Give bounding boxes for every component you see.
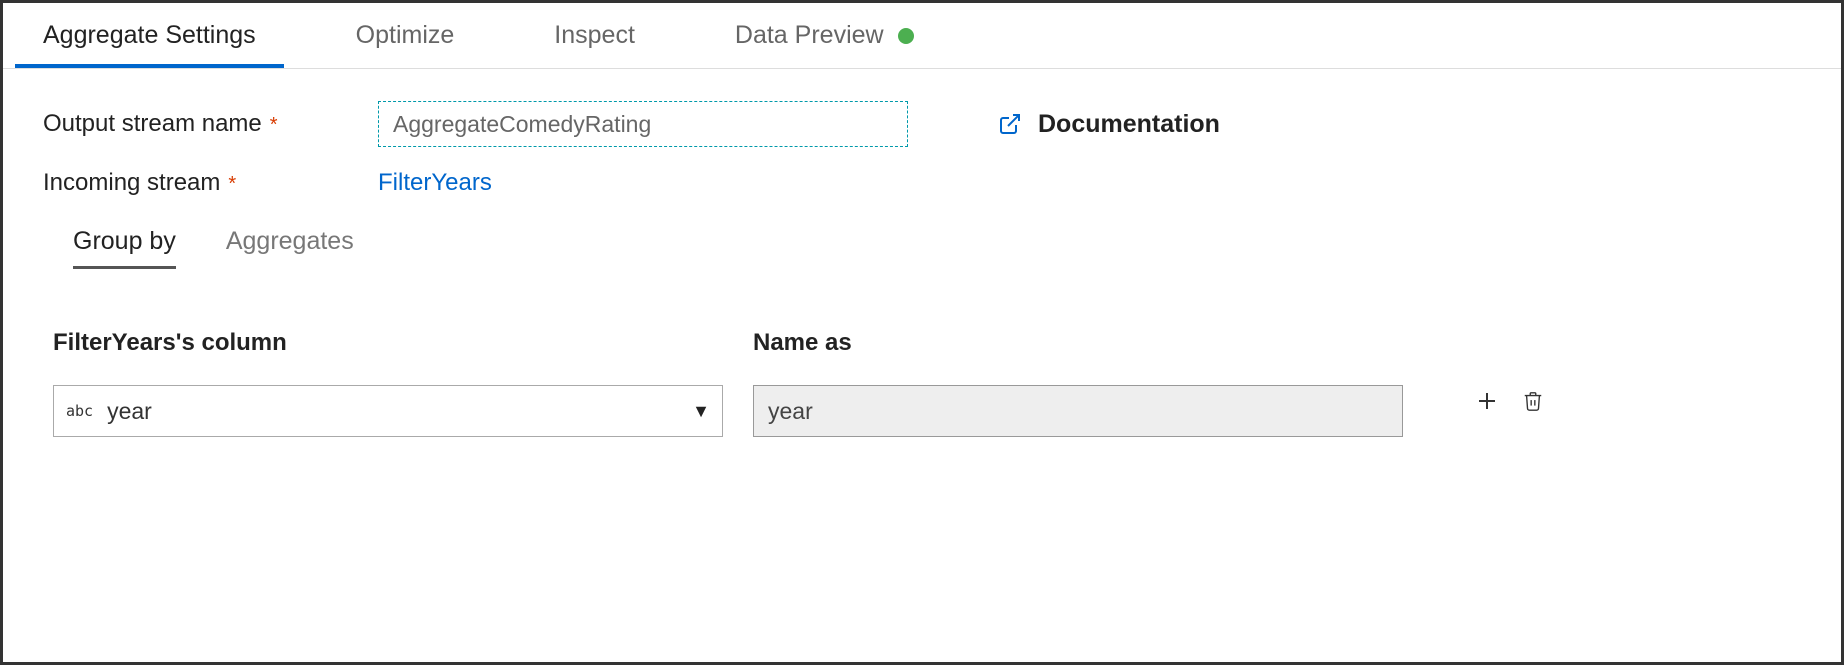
label-text: Output stream name [43, 110, 262, 138]
tab-inspect[interactable]: Inspect [526, 3, 663, 68]
required-asterisk-icon: * [228, 173, 236, 196]
column-selector-section: FilterYears's column abc year ▼ [53, 329, 753, 437]
plus-icon [1475, 389, 1499, 413]
sub-tabs: Group by Aggregates [73, 227, 1801, 269]
columns-area: FilterYears's column abc year ▼ Name as [53, 329, 1801, 437]
incoming-stream-value[interactable]: FilterYears [378, 169, 492, 197]
chevron-down-icon: ▼ [692, 401, 710, 422]
column-selector-header: FilterYears's column [53, 329, 753, 357]
subtab-label: Group by [73, 227, 176, 255]
tab-label: Aggregate Settings [43, 21, 256, 50]
name-as-input[interactable] [753, 385, 1403, 437]
status-dot-icon [898, 28, 914, 44]
tab-label: Optimize [356, 21, 455, 50]
add-row-button[interactable] [1473, 387, 1501, 415]
column-dropdown[interactable]: abc year ▼ [53, 385, 723, 437]
form-area: Output stream name * Documentation Incom… [3, 69, 1841, 437]
tab-label: Data Preview [735, 21, 884, 50]
output-stream-label: Output stream name * [43, 110, 378, 138]
documentation-label: Documentation [1038, 110, 1220, 139]
main-tabs: Aggregate Settings Optimize Inspect Data… [3, 3, 1841, 69]
name-as-header: Name as [753, 329, 1443, 357]
external-link-icon [998, 112, 1022, 136]
label-text: Incoming stream [43, 169, 220, 197]
tab-label: Inspect [554, 21, 635, 50]
output-stream-row: Output stream name * Documentation [43, 101, 1801, 147]
documentation-link[interactable]: Documentation [998, 110, 1220, 139]
tab-data-preview[interactable]: Data Preview [707, 3, 942, 68]
output-stream-input[interactable] [378, 101, 908, 147]
incoming-stream-row: Incoming stream * FilterYears [43, 169, 1801, 197]
tab-aggregate-settings[interactable]: Aggregate Settings [15, 3, 284, 68]
subtab-group-by[interactable]: Group by [73, 227, 176, 269]
trash-icon [1522, 389, 1544, 413]
required-asterisk-icon: * [270, 114, 278, 137]
type-badge: abc [66, 402, 93, 420]
incoming-stream-label: Incoming stream * [43, 169, 378, 197]
subtab-label: Aggregates [226, 227, 354, 255]
delete-row-button[interactable] [1519, 387, 1547, 415]
row-actions [1473, 387, 1547, 415]
subtab-aggregates[interactable]: Aggregates [226, 227, 354, 269]
dropdown-value: year [107, 398, 692, 425]
tab-optimize[interactable]: Optimize [328, 3, 483, 68]
name-as-section: Name as [753, 329, 1443, 437]
